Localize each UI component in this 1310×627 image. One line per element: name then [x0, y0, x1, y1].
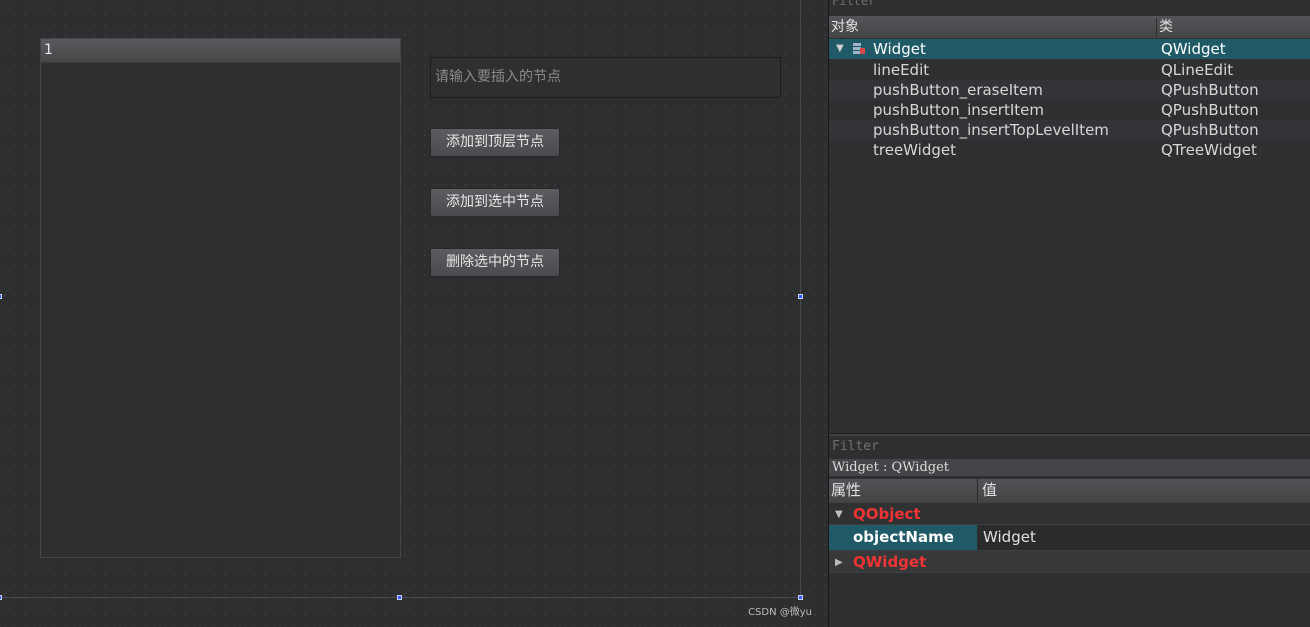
tree-header[interactable]: 1 — [41, 39, 400, 63]
header-separator — [977, 479, 978, 502]
object-filter-input[interactable]: Filter — [829, 0, 1310, 8]
object-name: pushButton_insertItem — [873, 101, 1045, 119]
group-label: QWidget — [853, 553, 927, 571]
object-name: pushButton_eraseItem — [873, 81, 1043, 99]
object-class: QPushButton — [1161, 81, 1259, 99]
object-row-widget[interactable]: ▼ Widget QWidget — [829, 39, 1310, 59]
designer-side-panel: Filter 对象 类 ▼ Widget QWidget lineEdit QL… — [828, 0, 1310, 627]
object-row[interactable]: pushButton_eraseItem QPushButton — [829, 80, 1310, 100]
property-filter-input[interactable]: Filter — [832, 439, 879, 454]
expand-arrow-icon[interactable]: ▼ — [836, 39, 844, 59]
property-group-qobject[interactable]: ▼ QObject — [829, 502, 1310, 525]
object-name: lineEdit — [873, 61, 930, 79]
object-class: QPushButton — [1161, 101, 1259, 119]
object-column-header[interactable]: 对象 — [831, 16, 859, 38]
property-class-line: Widget : QWidget — [829, 459, 1310, 476]
object-row[interactable]: pushButton_insertItem QPushButton — [829, 100, 1310, 120]
panel-splitter[interactable] — [829, 433, 1310, 436]
resize-handle-right[interactable] — [798, 294, 803, 299]
object-inspector-header: 对象 类 — [829, 16, 1310, 38]
watermark: CSDN @微yu — [748, 607, 812, 618]
line-edit-input[interactable]: 请输入要插入的节点 — [430, 57, 781, 98]
object-name: Widget — [873, 40, 926, 58]
object-row[interactable]: lineEdit QLineEdit — [829, 60, 1310, 80]
tree-widget[interactable]: 1 — [40, 38, 401, 558]
object-name: pushButton_insertTopLevelItem — [873, 121, 1109, 139]
resize-handle-left[interactable] — [0, 294, 2, 299]
property-group-qwidget[interactable]: ▶ QWidget — [829, 550, 1310, 573]
header-separator — [1156, 18, 1157, 36]
object-class: QWidget — [1161, 40, 1226, 58]
object-class: QLineEdit — [1161, 61, 1234, 79]
resize-handle-bottom-left[interactable] — [0, 595, 2, 600]
erase-selected-button[interactable]: 删除选中的节点 — [430, 248, 560, 277]
property-editor-header: 属性 值 — [829, 479, 1310, 502]
object-row[interactable]: treeWidget QTreeWidget — [829, 140, 1310, 160]
insert-selected-button[interactable]: 添加到选中节点 — [430, 188, 560, 217]
property-value-field[interactable]: Widget — [978, 525, 1310, 550]
expand-arrow-icon[interactable]: ▶ — [835, 551, 843, 574]
insert-top-level-button[interactable]: 添加到顶层节点 — [430, 128, 560, 157]
object-class: QPushButton — [1161, 121, 1259, 139]
collapse-arrow-icon[interactable]: ▼ — [835, 503, 843, 526]
widget-icon — [853, 43, 865, 54]
form-canvas[interactable]: 1 请输入要插入的节点 添加到顶层节点 添加到选中节点 删除选中的节点 CSDN… — [0, 0, 828, 627]
group-label: QObject — [853, 505, 921, 523]
resize-handle-bottom[interactable] — [397, 595, 402, 600]
object-class: QTreeWidget — [1161, 141, 1257, 159]
object-name: treeWidget — [873, 141, 956, 159]
class-column-header[interactable]: 类 — [1159, 16, 1173, 38]
property-column-header[interactable]: 属性 — [831, 479, 861, 502]
property-row-objectname[interactable]: objectName Widget — [829, 525, 1310, 550]
object-row[interactable]: pushButton_insertTopLevelItem QPushButto… — [829, 120, 1310, 140]
property-key: objectName — [829, 525, 977, 550]
resize-handle-bottom-right[interactable] — [798, 595, 803, 600]
value-column-header[interactable]: 值 — [982, 479, 997, 502]
